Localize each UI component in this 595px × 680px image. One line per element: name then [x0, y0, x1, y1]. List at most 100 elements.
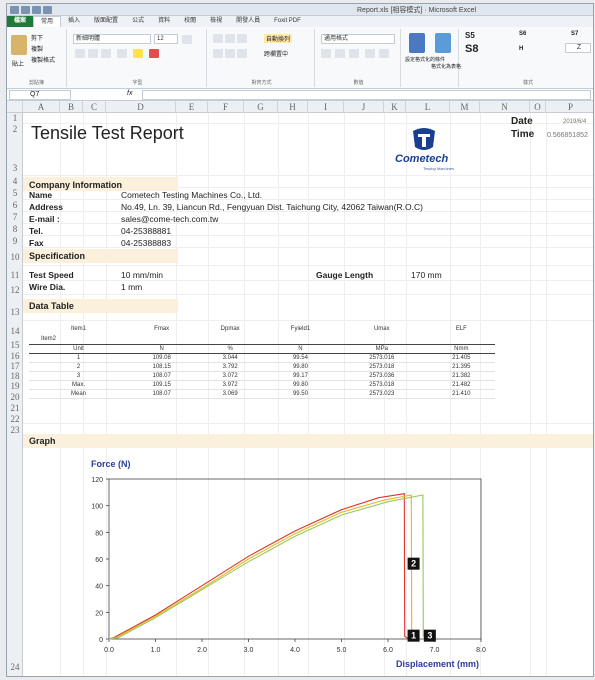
tab-insert[interactable]: 插入 [61, 16, 87, 27]
title-bar: Report.xls [相容模式] · Microsoft Excel [7, 4, 593, 16]
x-tick-label: 2.0 [197, 647, 207, 654]
fx-icon[interactable]: fx [127, 90, 132, 97]
redo-icon[interactable] [43, 6, 52, 14]
column-header[interactable]: M [450, 101, 480, 113]
column-header[interactable]: J [344, 101, 384, 113]
row-header[interactable]: 15 [7, 340, 23, 350]
currency-icon[interactable] [321, 49, 331, 58]
align-bottom-icon[interactable] [237, 34, 247, 43]
borders-icon[interactable] [117, 49, 127, 58]
formula-input[interactable] [142, 90, 591, 100]
tab-review[interactable]: 校閱 [177, 16, 203, 27]
name-box[interactable]: Q7 [9, 90, 71, 100]
column-header[interactable]: L [406, 101, 450, 113]
align-middle-icon[interactable] [225, 34, 235, 43]
conditional-format-icon[interactable] [409, 33, 425, 53]
style-z[interactable]: Z [565, 43, 591, 53]
column-header[interactable]: N [480, 101, 530, 113]
tab-file[interactable]: 檔案 [7, 16, 34, 27]
tab-view[interactable]: 檢視 [203, 16, 229, 27]
row-header[interactable]: 7 [7, 212, 23, 222]
tab-home[interactable]: 常用 [33, 16, 62, 27]
column-header[interactable]: P [546, 101, 593, 113]
font-size-select[interactable]: 12 [154, 34, 178, 44]
x-tick-label: 5.0 [337, 647, 347, 654]
grow-font-icon[interactable] [182, 35, 192, 44]
row-header[interactable]: 11 [7, 270, 23, 280]
row-header[interactable]: 5 [7, 188, 23, 198]
row-header[interactable]: 24 [7, 662, 23, 672]
bold-icon[interactable] [75, 49, 85, 58]
row-header[interactable]: 8 [7, 224, 23, 234]
column-header[interactable]: G [244, 101, 278, 113]
row-header[interactable]: 1 [7, 113, 23, 123]
wrap-text-button[interactable]: 自動換列 [264, 34, 293, 43]
comma-icon[interactable] [349, 49, 359, 58]
italic-icon[interactable] [88, 49, 98, 58]
fill-color-icon[interactable] [133, 49, 143, 58]
style-s8[interactable]: S8 [465, 43, 478, 55]
row-header[interactable]: 20 [7, 392, 23, 402]
row-header[interactable]: 4 [7, 176, 23, 186]
column-header[interactable]: C [83, 101, 106, 113]
row-header[interactable]: 6 [7, 200, 23, 210]
row-header[interactable]: 3 [7, 163, 23, 173]
row-header[interactable]: 17 [7, 361, 23, 371]
align-left-icon[interactable] [213, 49, 223, 58]
table-cell: 2573.018 [335, 380, 428, 390]
paste-icon[interactable] [11, 35, 27, 55]
row-header[interactable]: 19 [7, 381, 23, 391]
row-header[interactable]: 12 [7, 285, 23, 295]
table-cell: 2573.036 [335, 371, 428, 381]
style-s5[interactable]: S5 [465, 31, 475, 40]
number-format-select[interactable]: 通用格式 [321, 34, 395, 44]
column-header[interactable]: D [106, 101, 176, 113]
style-h[interactable]: H [519, 46, 523, 52]
row-header[interactable]: 21 [7, 403, 23, 413]
align-right-icon[interactable] [237, 49, 247, 58]
save-icon[interactable] [21, 6, 30, 14]
row-header[interactable]: 14 [7, 326, 23, 336]
tab-page-layout[interactable]: 版面配置 [87, 16, 125, 27]
tab-foxit-pdf[interactable]: Foxit PDF [267, 16, 308, 27]
column-header[interactable]: E [176, 101, 208, 113]
row-header[interactable]: 13 [7, 307, 23, 317]
tab-formulas[interactable]: 公式 [125, 16, 151, 27]
row-header[interactable]: 16 [7, 351, 23, 361]
column-header[interactable]: K [384, 101, 406, 113]
row-header[interactable]: 18 [7, 371, 23, 381]
font-color-icon[interactable] [149, 49, 159, 58]
column-header[interactable]: H [278, 101, 308, 113]
format-painter-button[interactable]: 複製格式 [31, 55, 55, 64]
increase-decimal-icon[interactable] [365, 49, 375, 58]
copy-button[interactable]: 複製 [31, 44, 43, 53]
style-s6[interactable]: S6 [519, 31, 526, 37]
row-header[interactable]: 23 [7, 425, 23, 435]
table-cell: 2573.023 [335, 389, 428, 399]
column-header[interactable]: F [208, 101, 244, 113]
tab-data[interactable]: 資料 [151, 16, 177, 27]
cut-button[interactable]: 剪下 [31, 33, 43, 42]
format-table-icon[interactable] [435, 33, 451, 53]
merge-center-button[interactable]: 跨欄置中 [264, 49, 288, 58]
decrease-decimal-icon[interactable] [379, 49, 389, 58]
row-header[interactable]: 10 [7, 252, 23, 262]
percent-icon[interactable] [335, 49, 345, 58]
row-header[interactable]: 9 [7, 236, 23, 246]
column-header[interactable]: B [60, 101, 83, 113]
undo-icon[interactable] [32, 6, 41, 14]
worksheet: A B C D E F G H I J K L M N O P 1 2 3 4 … [7, 101, 593, 676]
company-field-label: Tel. [29, 226, 44, 236]
align-center-icon[interactable] [225, 49, 235, 58]
align-top-icon[interactable] [213, 34, 223, 43]
row-header[interactable]: 22 [7, 414, 23, 424]
select-all-corner[interactable] [7, 101, 23, 113]
tab-developer[interactable]: 開發人員 [229, 16, 267, 27]
column-header[interactable]: I [308, 101, 344, 113]
font-name-select[interactable]: 新細明體 [73, 34, 151, 44]
column-header[interactable]: O [530, 101, 546, 113]
row-header[interactable]: 2 [7, 124, 23, 134]
column-header[interactable]: A [23, 101, 60, 113]
underline-icon[interactable] [101, 49, 111, 58]
style-s7[interactable]: S7 [571, 31, 578, 37]
